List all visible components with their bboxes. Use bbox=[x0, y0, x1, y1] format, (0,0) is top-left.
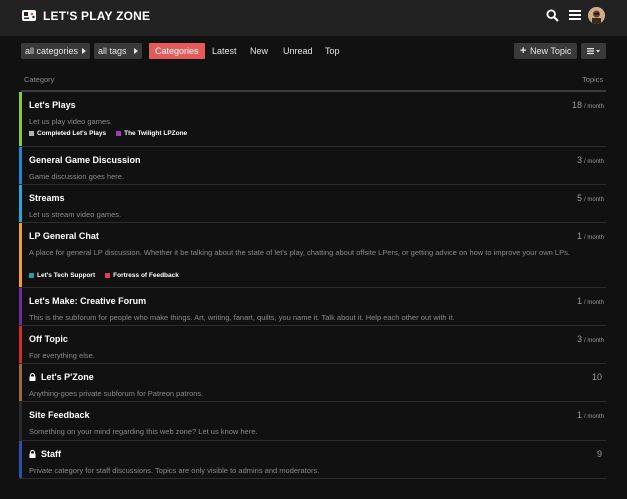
category-description: For everything else. bbox=[29, 351, 95, 360]
site-logo[interactable]: LET'S PLAY ZONE bbox=[21, 7, 150, 24]
subcategory-color-icon bbox=[29, 273, 34, 278]
list-menu-icon bbox=[587, 48, 600, 55]
category-row-lets-plays[interactable]: Let's Plays Let us play video games. 18/… bbox=[19, 92, 606, 147]
category-row-lets-make-creative-forum[interactable]: Let's Make: Creative Forum This is the s… bbox=[19, 288, 606, 326]
new-topic-label: New Topic bbox=[530, 46, 572, 56]
tab-categories[interactable]: Categories bbox=[149, 43, 205, 59]
category-description: Anything-goes private subforum for Patre… bbox=[29, 389, 204, 398]
category-row-site-feedback[interactable]: Site Feedback Something on your mind reg… bbox=[19, 402, 606, 441]
subcategory-fortress-of-feedback[interactable]: Fortress of Feedback bbox=[105, 272, 179, 279]
category-description: A place for general LP discussion. Wheth… bbox=[29, 248, 570, 257]
tab-unread[interactable]: Unread bbox=[283, 43, 313, 59]
subcategory-color-icon bbox=[105, 273, 111, 278]
lock-icon bbox=[29, 450, 36, 458]
category-row-general-game-discussion[interactable]: General Game Discussion Game discussion … bbox=[19, 147, 606, 185]
category-row-off-topic[interactable]: Off Topic For everything else. 3/ month bbox=[19, 326, 606, 364]
new-topic-button[interactable]: + New Topic bbox=[514, 43, 577, 59]
category-description: Private category for staff discussions. … bbox=[29, 466, 320, 475]
category-color-bar bbox=[19, 402, 22, 440]
category-row-staff[interactable]: Staff Private category for staff discuss… bbox=[19, 441, 606, 479]
subcategory-completed-lets-plays[interactable]: Completed Let's Plays bbox=[29, 130, 106, 137]
category-description: This is the subforum for people who make… bbox=[29, 313, 455, 322]
controller-logo-icon bbox=[22, 10, 36, 21]
hamburger-menu-icon[interactable] bbox=[569, 9, 581, 21]
tab-new[interactable]: New bbox=[250, 43, 268, 59]
category-title[interactable]: Streams bbox=[29, 193, 65, 203]
avatar-image bbox=[588, 7, 605, 24]
category-row-lets-pzone[interactable]: Let's P'Zone Anything-goes private subfo… bbox=[19, 364, 606, 402]
tags-filter-dropdown[interactable]: all tags bbox=[94, 43, 142, 59]
category-color-bar bbox=[19, 223, 22, 287]
category-color-bar bbox=[19, 364, 22, 401]
category-color-bar bbox=[19, 147, 22, 184]
topic-count: 1/ month bbox=[576, 410, 604, 420]
column-header-topics[interactable]: Topics bbox=[582, 75, 603, 84]
topic-count: 10 bbox=[591, 372, 602, 382]
category-title[interactable]: LP General Chat bbox=[29, 231, 99, 241]
category-description: Game discussion goes here. bbox=[29, 172, 125, 181]
category-description: Something on your mind regarding this we… bbox=[29, 427, 258, 436]
subcategory-twilight-lpzone[interactable]: The Twilight LPZone bbox=[116, 130, 187, 137]
topic-count: 3/ month bbox=[576, 334, 604, 344]
lock-icon bbox=[29, 373, 36, 381]
category-title[interactable]: Site Feedback bbox=[29, 410, 90, 420]
plus-icon: + bbox=[520, 45, 527, 57]
subcategory-list: Let's Tech Support Fortress of Feedback bbox=[29, 272, 179, 279]
logo-text: LET'S PLAY ZONE bbox=[43, 8, 151, 23]
category-title[interactable]: Let's Plays bbox=[29, 100, 76, 110]
category-description: Let us play video games. bbox=[29, 117, 112, 126]
category-color-bar bbox=[19, 92, 22, 146]
category-title[interactable]: Staff bbox=[29, 449, 61, 459]
categories-filter-dropdown[interactable]: all categories bbox=[21, 43, 90, 59]
categories-filter-label: all categories bbox=[25, 46, 79, 56]
category-title[interactable]: Let's P'Zone bbox=[29, 372, 94, 382]
topic-count: 3/ month bbox=[576, 155, 604, 165]
tab-latest[interactable]: Latest bbox=[212, 43, 237, 59]
topic-count: 1/ month bbox=[576, 296, 604, 306]
user-avatar[interactable] bbox=[588, 7, 605, 24]
category-title[interactable]: Let's Make: Creative Forum bbox=[29, 296, 146, 306]
category-color-bar bbox=[19, 185, 22, 222]
column-header-category[interactable]: Category bbox=[24, 75, 54, 84]
subcategory-color-icon bbox=[116, 131, 122, 136]
topic-count: 18/ month bbox=[571, 100, 604, 110]
subcategory-color-icon bbox=[29, 131, 34, 136]
category-title[interactable]: General Game Discussion bbox=[29, 155, 141, 165]
category-options-dropdown[interactable] bbox=[581, 43, 606, 59]
subcategory-list: Completed Let's Plays The Twilight LPZon… bbox=[29, 130, 187, 137]
category-row-streams[interactable]: Streams Let us stream video games. 5/ mo… bbox=[19, 185, 606, 223]
topic-count: 1/ month bbox=[576, 231, 604, 241]
topic-count: 9 bbox=[596, 449, 602, 459]
search-icon[interactable] bbox=[546, 9, 559, 22]
category-color-bar bbox=[19, 441, 22, 478]
category-row-lp-general-chat[interactable]: LP General Chat A place for general LP d… bbox=[19, 223, 606, 288]
category-title[interactable]: Off Topic bbox=[29, 334, 68, 344]
category-color-bar bbox=[19, 288, 22, 325]
site-header: LET'S PLAY ZONE bbox=[0, 0, 627, 36]
category-description: Let us stream video games. bbox=[29, 210, 122, 219]
navigation-bar: all categories all tags Categories Lates… bbox=[21, 43, 606, 59]
tab-top[interactable]: Top bbox=[325, 43, 340, 59]
caret-right-icon bbox=[82, 48, 86, 54]
category-color-bar bbox=[19, 326, 22, 363]
tags-filter-label: all tags bbox=[98, 46, 127, 56]
topic-count: 5/ month bbox=[576, 193, 604, 203]
caret-right-icon bbox=[134, 48, 138, 54]
subcategory-lets-tech-support[interactable]: Let's Tech Support bbox=[29, 272, 95, 279]
